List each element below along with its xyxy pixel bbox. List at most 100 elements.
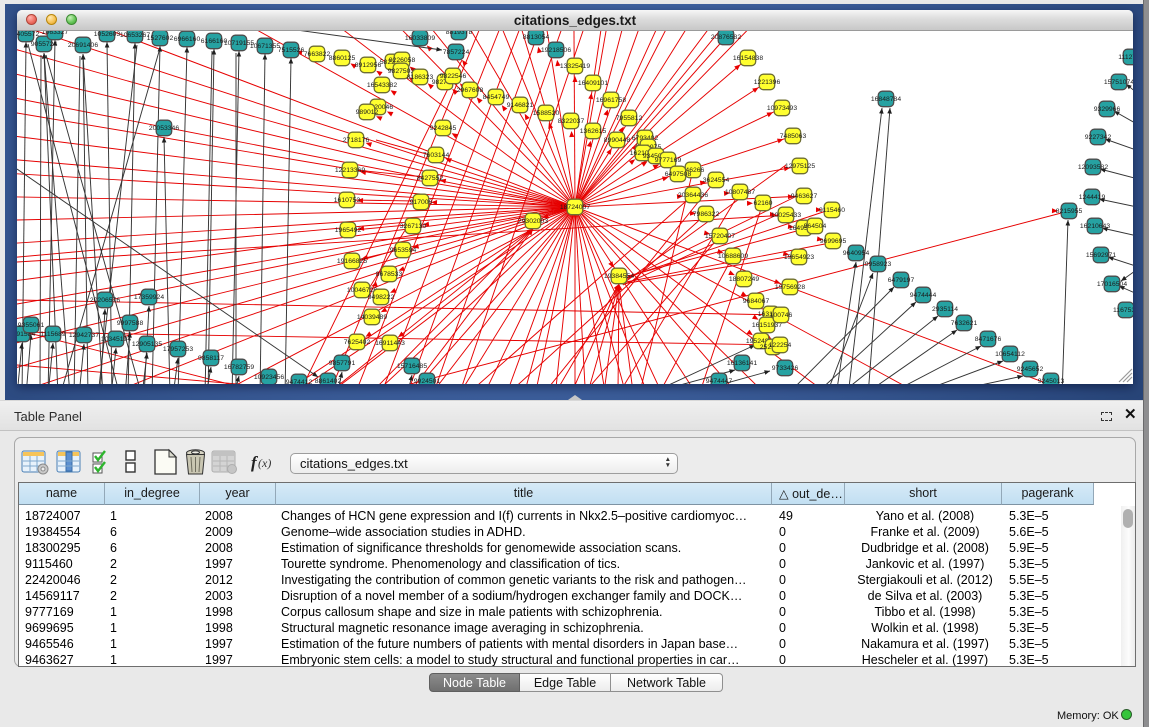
svg-text:2935114: 2935114 [932,306,958,313]
svg-text:9699695: 9699695 [820,238,847,245]
svg-text:9822546: 9822546 [440,73,467,80]
svg-text:13325419: 13325419 [560,63,590,70]
svg-text:8454749: 8454749 [483,94,510,101]
svg-text:16848784: 16848784 [871,96,901,103]
svg-text:3267130: 3267130 [400,223,427,230]
svg-text:15716485: 15716485 [397,363,427,370]
svg-text:15720407: 15720407 [705,233,735,240]
svg-text:2718176: 2718176 [343,137,370,144]
svg-text:9857791: 9857791 [329,360,356,367]
svg-text:8427552: 8427552 [417,175,444,182]
svg-text:16210643: 16210643 [1080,223,1110,230]
svg-text:1115689: 1115689 [40,331,66,338]
svg-text:1063327: 1063327 [42,31,69,36]
svg-text:1610753: 1610753 [334,197,361,204]
svg-text:9242845: 9242845 [430,125,457,132]
svg-text:8861402: 8861402 [315,378,342,384]
svg-text:17016504: 17016504 [1097,281,1127,288]
svg-text:16409101: 16409101 [578,80,608,87]
svg-text:9777169: 9777169 [655,157,682,164]
svg-text:9355061: 9355061 [18,322,45,329]
svg-text:10973493: 10973493 [767,105,797,112]
svg-text:2405572: 2405572 [17,31,39,38]
svg-text:9227342: 9227342 [1085,134,1112,141]
svg-text:19654923: 19654923 [784,254,814,261]
svg-text:10671355: 10671355 [250,43,280,50]
svg-text:20053346: 20053346 [149,125,179,132]
svg-text:7663822: 7663822 [304,51,331,58]
svg-text:122254: 122254 [769,342,792,349]
svg-text:7857224: 7857224 [443,49,470,56]
svg-text:6497508: 6497508 [665,171,692,178]
svg-text:29302003: 29302003 [518,218,548,225]
svg-text:7625402: 7625402 [344,339,371,346]
svg-text:7986322: 7986322 [693,211,720,218]
svg-text:9997588: 9997588 [117,320,144,327]
svg-text:20364436: 20364436 [678,192,708,199]
svg-text:19166825: 19166825 [337,258,367,265]
svg-text:1244419: 1244419 [1079,194,1106,201]
svg-text:15751074: 15751074 [1104,79,1133,86]
svg-text:8990448: 8990448 [604,137,631,144]
svg-text:8813054: 8813054 [523,34,550,41]
svg-text:16033809: 16033809 [405,35,435,42]
svg-text:16782759: 16782759 [224,364,254,371]
svg-text:1221396: 1221396 [754,79,781,86]
svg-text:9640954: 9640954 [843,250,870,257]
svg-text:1362615: 1362615 [580,128,607,135]
svg-text:1052603: 1052603 [94,31,121,38]
svg-text:12905135: 12905135 [132,341,162,348]
svg-text:8471676: 8471676 [975,336,1002,343]
svg-text:16911443: 16911443 [375,340,405,347]
svg-text:10654112: 10654112 [995,351,1025,358]
svg-text:9115460: 9115460 [819,207,845,214]
svg-text:9958923: 9958923 [865,261,892,268]
svg-text:9245013: 9245013 [1038,378,1065,384]
svg-text:15692971: 15692971 [1086,252,1116,259]
svg-text:10653267: 10653267 [120,32,150,39]
svg-text:9055724: 9055724 [31,41,58,48]
svg-text:7515526: 7515526 [278,47,305,54]
svg-text:19384554: 19384554 [604,273,634,280]
svg-text:2967608: 2967608 [457,87,484,94]
svg-text:10923456: 10923456 [254,374,284,381]
svg-text:8186323: 8186323 [407,74,434,81]
svg-text:16961758: 16961758 [596,97,626,104]
svg-text:9329966: 9329966 [1094,106,1121,113]
svg-text:100746: 100746 [770,312,793,319]
svg-text:989012: 989012 [356,109,379,116]
svg-text:7955812: 7955812 [616,115,643,122]
svg-text:16543382: 16543382 [367,82,397,89]
svg-text:8322037: 8322037 [558,118,585,125]
svg-text:9474444: 9474444 [910,292,937,299]
svg-text:19218506: 19218506 [541,47,571,54]
svg-text:20206576: 20206576 [90,297,120,304]
svg-text:1112784: 1112784 [1118,54,1133,61]
svg-text:10688609: 10688609 [718,253,748,260]
svg-text:1167533: 1167533 [1113,307,1133,314]
svg-text:9858117: 9858117 [198,355,224,362]
svg-text:17957253: 17957253 [163,346,193,353]
svg-text:1527602: 1527602 [147,35,174,42]
svg-text:8215955: 8215955 [1056,208,1083,215]
svg-text:6966160: 6966160 [174,36,201,43]
svg-text:18807249: 18807249 [729,276,759,283]
svg-text:964504: 964504 [804,223,827,230]
svg-text:9653594: 9653594 [390,247,417,254]
svg-text:16136141: 16136141 [727,360,757,367]
svg-text:7632621: 7632621 [951,320,978,327]
svg-text:62160: 62160 [754,200,773,207]
svg-text:17359924: 17359924 [134,294,164,301]
svg-text:7485063: 7485063 [780,133,807,140]
svg-text:18724007: 18724007 [560,204,590,211]
svg-text:9463627: 9463627 [791,193,818,200]
svg-text:8860125: 8860125 [329,55,356,62]
svg-text:10807487: 10807487 [725,189,755,196]
svg-text:6479197: 6479197 [888,277,915,284]
svg-text:917006: 917006 [410,199,433,206]
svg-text:10025433: 10025433 [771,212,801,219]
svg-text:8678533: 8678533 [376,271,403,278]
svg-text:8819378: 8819378 [446,31,473,36]
svg-text:1588520: 1588520 [533,110,560,117]
svg-text:9733426: 9733426 [772,365,799,372]
